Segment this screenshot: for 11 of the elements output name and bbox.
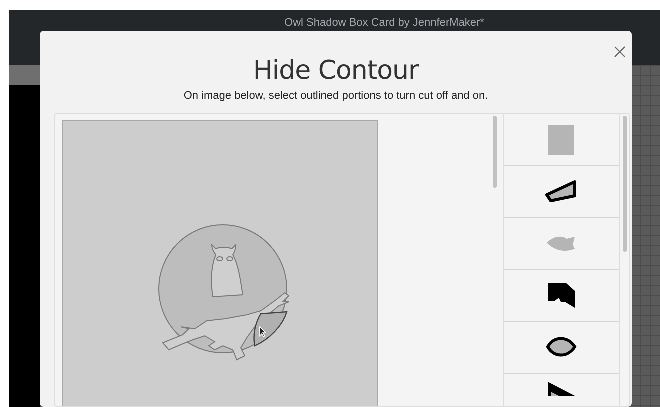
triangle-shape-icon — [548, 382, 575, 396]
dialog-title: Hide Contour — [253, 55, 419, 87]
close-icon — [614, 46, 626, 58]
pointer-cursor-icon — [259, 326, 267, 338]
leaf-shape-icon — [547, 236, 576, 251]
instruction-text: On image below, select outlined portions to turn cut off and on. — [184, 89, 488, 103]
block-shape-icon — [548, 283, 575, 308]
eye-shape-icon — [546, 337, 577, 358]
wedge-shape-icon — [545, 180, 578, 203]
project-title: Owl Shadow Box Card by JennferMaker* — [284, 17, 484, 31]
square-shape-icon — [548, 124, 574, 154]
